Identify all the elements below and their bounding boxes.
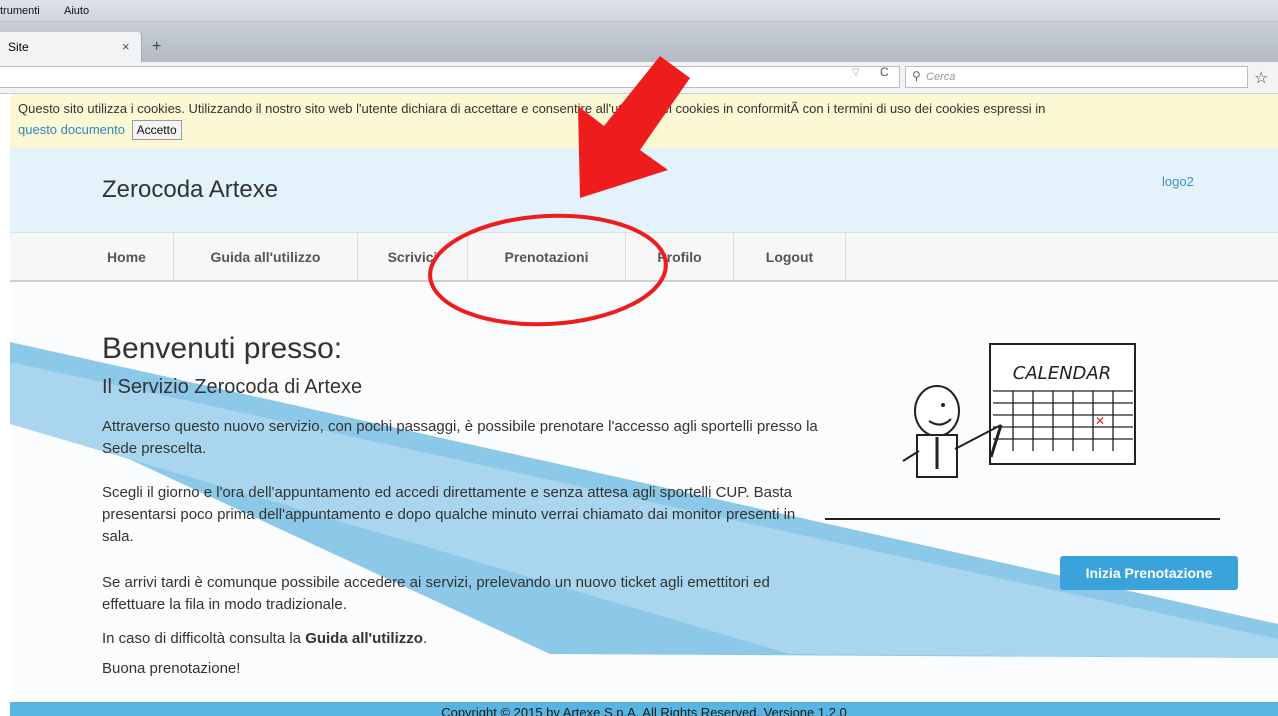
guide-link[interactable]: Guida all'utilizzo: [305, 630, 423, 647]
site-footer: Copyright © 2015 by Artexe S.p.A. All Ri…: [10, 702, 1278, 716]
nav-item-contact[interactable]: Scrivici: [358, 233, 468, 281]
url-field[interactable]: [0, 66, 900, 88]
help-paragraph: In caso di difficoltà consulta la Guida …: [102, 628, 822, 650]
help-text: In caso di difficoltà consulta la: [102, 630, 306, 647]
site-brand[interactable]: Zerocoda Artexe: [102, 176, 278, 204]
search-icon: ⚲: [912, 69, 921, 83]
nav-item-home[interactable]: Home: [80, 233, 174, 281]
tab-title: Site: [8, 40, 29, 54]
logo: logo2: [1162, 174, 1194, 189]
svg-text:✕: ✕: [1095, 414, 1105, 428]
url-dropdown-icon[interactable]: ▽: [852, 67, 860, 78]
main-nav: Home Guida all'utilizzo Scrivici Prenota…: [10, 232, 1278, 282]
accept-cookies-button[interactable]: Accetto: [131, 120, 182, 140]
main-content: Benvenuti presso: Il Servizio Zerocoda d…: [10, 284, 1278, 696]
web-page: Questo sito utilizza i cookies. Utilizza…: [10, 94, 1278, 716]
closing-paragraph: Buona prenotazione!: [102, 660, 241, 677]
page-subtitle: Il Servizio Zerocoda di Artexe: [102, 376, 363, 398]
cookie-text: Questo sito utilizza i cookies. Utilizza…: [18, 101, 1046, 116]
new-tab-icon[interactable]: +: [152, 38, 161, 56]
nav-item-guide[interactable]: Guida all'utilizzo: [174, 233, 358, 281]
browser-tab[interactable]: Site ×: [0, 32, 142, 62]
cookie-banner: Questo sito utilizza i cookies. Utilizza…: [10, 94, 1278, 148]
reload-icon[interactable]: C: [880, 65, 889, 79]
menu-tools[interactable]: trumenti: [0, 5, 40, 17]
bookmark-star-icon[interactable]: ☆: [1254, 68, 1268, 88]
nav-item-logout[interactable]: Logout: [734, 233, 846, 281]
help-text-end: .: [422, 630, 428, 647]
late-arrival-paragraph: Se arrivi tardi è comunque possibile acc…: [102, 574, 770, 613]
intro-paragraph: Attraverso questo nuovo servizio, con po…: [102, 418, 818, 457]
page-title: Benvenuti presso:: [102, 332, 343, 365]
site-header: Zerocoda Artexe logo2: [10, 148, 1278, 232]
browser-menubar: trumenti Aiuto: [0, 0, 1278, 22]
calendar-illustration: CALENDAR ✕: [825, 343, 1220, 520]
search-input[interactable]: ⚲ Cerca: [905, 66, 1248, 88]
start-booking-button[interactable]: Inizia Prenotazione: [1060, 556, 1238, 590]
nav-item-profile[interactable]: Profilo: [626, 233, 734, 281]
search-placeholder: Cerca: [926, 71, 956, 83]
browser-tabstrip: Site × +: [0, 22, 1278, 62]
calendar-title: CALENDAR: [1013, 363, 1111, 384]
menu-help[interactable]: Aiuto: [64, 5, 89, 17]
nav-item-bookings[interactable]: Prenotazioni: [468, 233, 626, 281]
close-icon[interactable]: ×: [122, 39, 130, 54]
browser-navbar: ▽ C ⚲ Cerca ☆: [0, 62, 1278, 94]
cookie-document-link[interactable]: questo documento: [18, 122, 125, 137]
instructions-paragraph: Scegli il giorno e l'ora dell'appuntamen…: [102, 484, 796, 545]
